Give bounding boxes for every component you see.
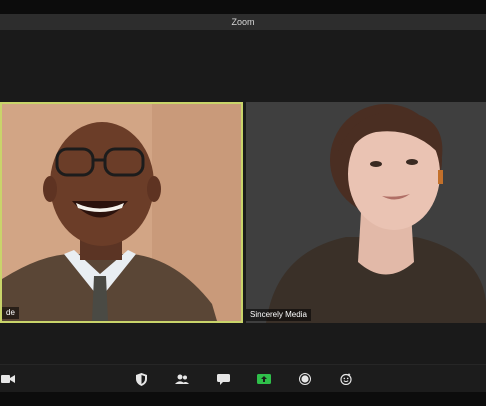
chat-icon[interactable] xyxy=(215,371,231,387)
record-icon[interactable] xyxy=(297,371,313,387)
participants-icon[interactable] xyxy=(174,371,190,387)
participant-name-label: Sincerely Media xyxy=(246,309,311,321)
participant-tile[interactable]: Sincerely Media xyxy=(246,102,486,323)
share-screen-icon[interactable] xyxy=(256,371,272,387)
meeting-toolbar xyxy=(0,364,486,393)
top-black-bar xyxy=(0,0,486,14)
bottom-black-bar xyxy=(0,392,486,406)
security-shield-icon[interactable] xyxy=(133,371,149,387)
participant-video-woman xyxy=(246,102,486,323)
video-camera-icon[interactable] xyxy=(0,371,16,387)
reactions-icon[interactable] xyxy=(338,371,354,387)
zoom-window: Zoom de Sincerely Media xyxy=(0,0,486,406)
video-gallery: de Sincerely Media xyxy=(0,30,486,364)
participant-tile-active-speaker[interactable]: de xyxy=(0,102,243,323)
participant-video-man xyxy=(2,104,241,321)
window-title: Zoom xyxy=(0,14,486,30)
participant-name-label: de xyxy=(2,307,19,319)
